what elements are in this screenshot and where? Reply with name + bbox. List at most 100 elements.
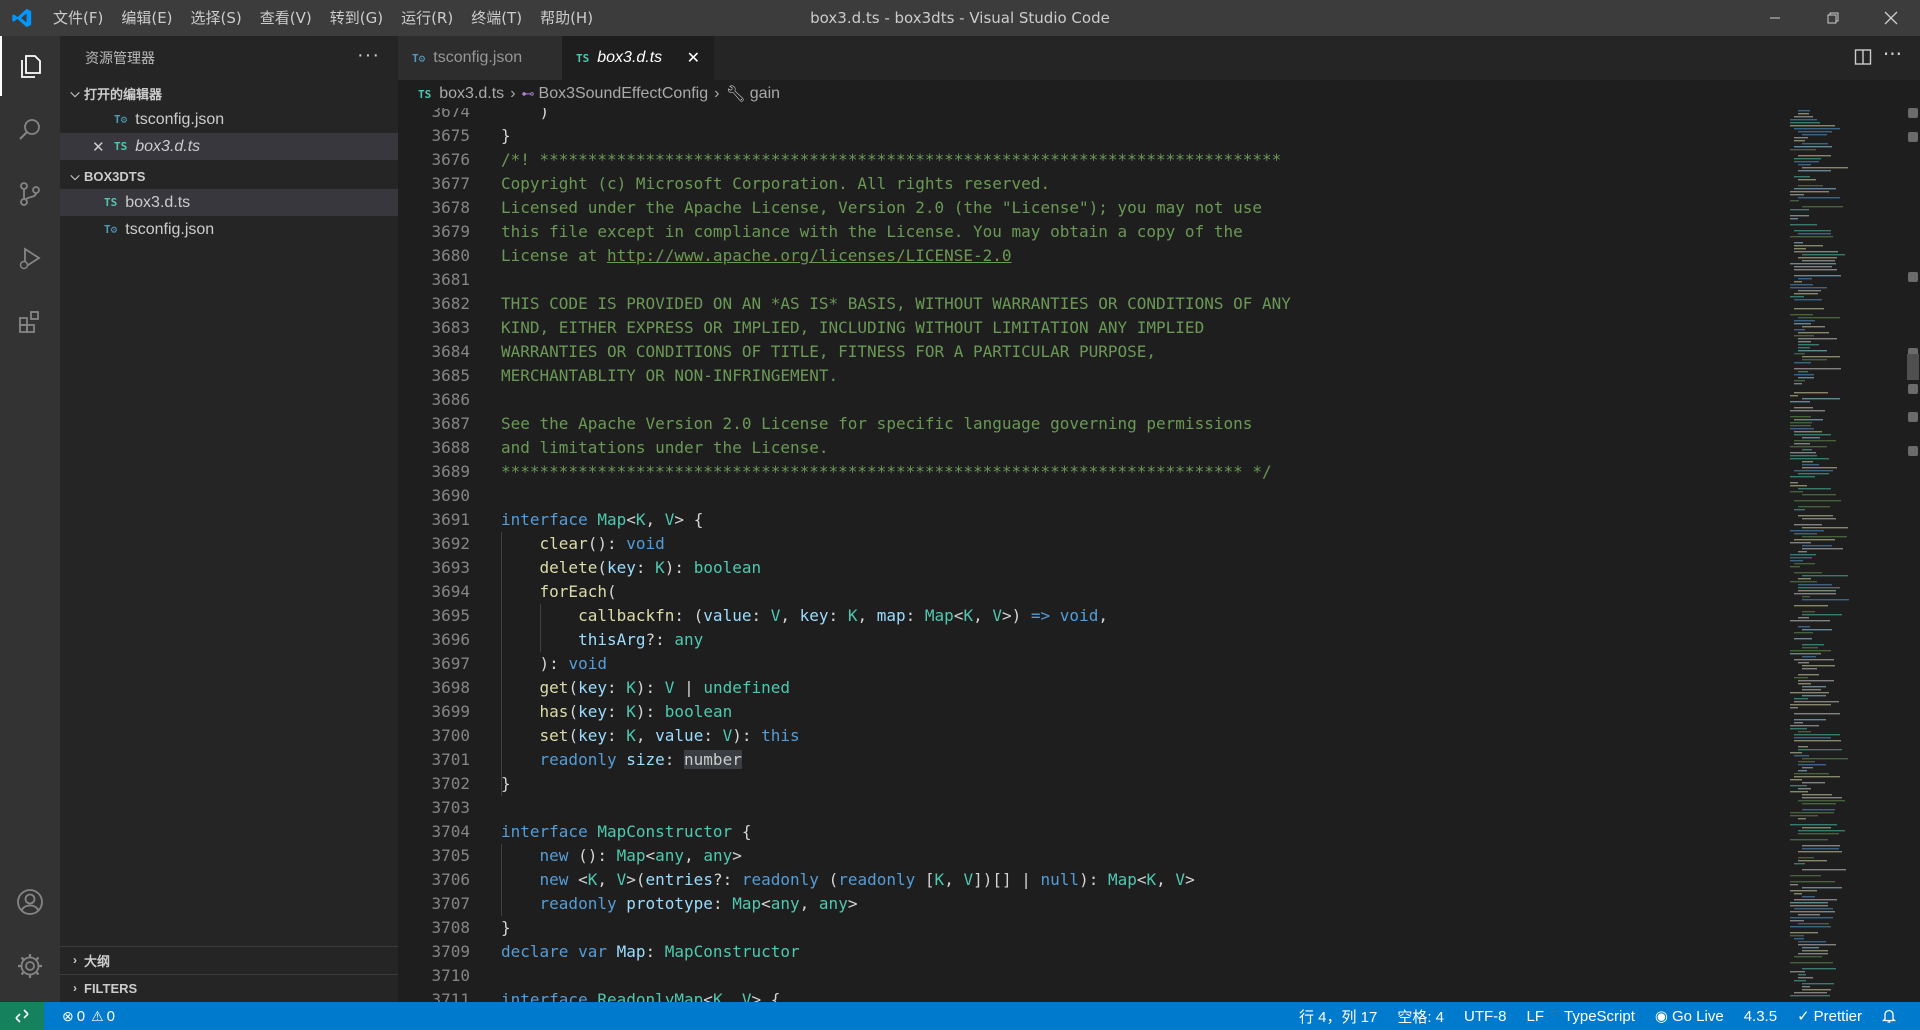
menu-help[interactable]: 帮助(H) bbox=[531, 0, 602, 36]
code-line[interactable]: 3689 ************************************… bbox=[398, 460, 1788, 484]
file-item[interactable]: TS box3.d.ts bbox=[60, 189, 398, 216]
prettier-button[interactable]: ✓ Prettier bbox=[1787, 1007, 1872, 1026]
code-line[interactable]: 3699 has(key: K): boolean bbox=[398, 700, 1788, 724]
encoding[interactable]: UTF-8 bbox=[1454, 1008, 1517, 1025]
accounts-button[interactable] bbox=[0, 872, 60, 932]
code-line[interactable]: 3678 Licensed under the Apache License, V… bbox=[398, 196, 1788, 220]
restore-button[interactable] bbox=[1804, 0, 1862, 36]
code-editor[interactable]: 3674 ) 3675} 3676/*! *********************… bbox=[398, 108, 1788, 1002]
code-line[interactable]: 3679 this file except in compliance with … bbox=[398, 220, 1788, 244]
code-line[interactable]: 3704 interface MapConstructor { bbox=[398, 820, 1788, 844]
close-icon[interactable]: ✕ bbox=[92, 138, 114, 156]
menu-run[interactable]: 运行(R) bbox=[392, 0, 462, 36]
folder-header[interactable]: ⌵ BOX3DTS bbox=[60, 163, 398, 189]
problems-button[interactable]: ⊗ 0 ⚠ 0 bbox=[52, 1008, 125, 1025]
menu-selection[interactable]: 选择(S) bbox=[182, 0, 251, 36]
filters-header[interactable]: › FILTERS bbox=[60, 975, 398, 1001]
code-line[interactable]: 3710 bbox=[398, 964, 1788, 988]
manage-button[interactable] bbox=[0, 936, 60, 996]
code-line[interactable]: 3685 MERCHANTABLITY OR NON-INFRINGEMENT. bbox=[398, 364, 1788, 388]
extensions-button[interactable] bbox=[0, 292, 60, 352]
code-line[interactable]: 3695 callbackfn: (value: V, key: K, map:… bbox=[398, 604, 1788, 628]
menu-go[interactable]: 转到(G) bbox=[321, 0, 392, 36]
source-control-button[interactable] bbox=[0, 164, 60, 224]
scroll-thumb[interactable] bbox=[1907, 354, 1919, 380]
code-line[interactable]: 3686 bbox=[398, 388, 1788, 412]
menu-file[interactable]: 文件(F) bbox=[44, 0, 112, 36]
code-line[interactable]: 3707 readonly prototype: Map<any, any> bbox=[398, 892, 1788, 916]
line-code: callbackfn: (value: V, key: K, map: Map<… bbox=[501, 604, 1108, 628]
menu-view[interactable]: 查看(V) bbox=[251, 0, 321, 36]
remote-button[interactable] bbox=[0, 1002, 44, 1030]
code-token: void bbox=[626, 534, 665, 553]
code-line[interactable]: 3692 clear(): void bbox=[398, 532, 1788, 556]
close-tab-icon[interactable]: ✕ bbox=[687, 48, 700, 68]
menu-edit[interactable]: 编辑(E) bbox=[112, 0, 181, 36]
indentation[interactable]: 空格: 4 bbox=[1387, 1006, 1454, 1027]
code-line[interactable]: 3674 ) bbox=[398, 108, 1788, 124]
more-actions-icon[interactable]: ··· bbox=[1883, 42, 1902, 66]
code-line[interactable]: 3683 KIND, EITHER EXPRESS OR IMPLIED, INC… bbox=[398, 316, 1788, 340]
menu-terminal[interactable]: 终端(T) bbox=[462, 0, 531, 36]
code-line[interactable]: 3693 delete(key: K): boolean bbox=[398, 556, 1788, 580]
broadcast-icon: ◉ bbox=[1654, 1008, 1668, 1025]
go-live-button[interactable]: ◉ Go Live bbox=[1645, 1007, 1734, 1026]
explorer-button[interactable] bbox=[0, 36, 60, 96]
code-line[interactable]: 3696 thisArg?: any bbox=[398, 628, 1788, 652]
code-line[interactable]: 3701 readonly size: number bbox=[398, 748, 1788, 772]
run-debug-button[interactable] bbox=[0, 228, 60, 288]
file-item[interactable]: T⚙ tsconfig.json bbox=[60, 216, 398, 243]
code-line[interactable]: 3709 declare var Map: MapConstructor bbox=[398, 940, 1788, 964]
account-icon bbox=[17, 889, 43, 915]
minimap-line bbox=[1790, 911, 1835, 913]
more-actions-icon[interactable]: ··· bbox=[357, 44, 380, 67]
code-line[interactable]: 3702} bbox=[398, 772, 1788, 796]
minimize-button[interactable] bbox=[1746, 0, 1804, 36]
code-line[interactable]: 3687 See the Apache Version 2.0 License f… bbox=[398, 412, 1788, 436]
code-line[interactable]: 3688 and limitations under the License. bbox=[398, 436, 1788, 460]
interface-icon: ⊷ bbox=[521, 86, 535, 101]
scroll-marker bbox=[1908, 384, 1918, 394]
open-editor-item-active[interactable]: ✕ TS box3.d.ts bbox=[60, 133, 398, 160]
code-line[interactable]: 3705 new (): Map<any, any> bbox=[398, 844, 1788, 868]
code-line[interactable]: 3680 License at http://www.apache.org/lic… bbox=[398, 244, 1788, 268]
code-line[interactable]: 3676 /*! ********************************… bbox=[398, 148, 1788, 172]
code-line[interactable]: 3691 interface Map<K, V> { bbox=[398, 508, 1788, 532]
code-line[interactable]: 3681 bbox=[398, 268, 1788, 292]
tab-tsconfig[interactable]: T⚙ tsconfig.json bbox=[398, 36, 562, 80]
code-line[interactable]: 3697 ): void bbox=[398, 652, 1788, 676]
open-editors-header[interactable]: ⌵ 打开的编辑器 bbox=[60, 80, 398, 106]
code-line[interactable]: 3684 WARRANTIES OR CONDITIONS OF TITLE, F… bbox=[398, 340, 1788, 364]
split-editor-button[interactable] bbox=[1854, 48, 1872, 70]
code-line[interactable]: 3675} bbox=[398, 124, 1788, 148]
code-line[interactable]: 3690 bbox=[398, 484, 1788, 508]
open-editor-item[interactable]: T⚙ tsconfig.json bbox=[60, 106, 398, 133]
breadcrumb-symbol[interactable]: Box3SoundEffectConfig bbox=[539, 85, 709, 103]
tsconfig-icon: T⚙ bbox=[412, 51, 426, 65]
breadcrumb-property[interactable]: gain bbox=[750, 85, 780, 103]
cursor-position[interactable]: 行 4，列 17 bbox=[1289, 1006, 1387, 1027]
language-mode[interactable]: TypeScript bbox=[1554, 1008, 1645, 1025]
search-button[interactable] bbox=[0, 100, 60, 160]
close-window-button[interactable] bbox=[1862, 0, 1920, 36]
code-line[interactable]: 3703 bbox=[398, 796, 1788, 820]
breadcrumb-file[interactable]: box3.d.ts bbox=[439, 85, 504, 103]
outline-header[interactable]: › 大纲 bbox=[60, 947, 398, 973]
code-line[interactable]: 3694 forEach( bbox=[398, 580, 1788, 604]
minimap-line bbox=[1794, 353, 1805, 355]
code-line[interactable]: 3708} bbox=[398, 916, 1788, 940]
code-line[interactable]: 3711 interface ReadonlyMap<K, V> { bbox=[398, 988, 1788, 1002]
code-line[interactable]: 3677 Copyright (c) Microsoft Corporation.… bbox=[398, 172, 1788, 196]
minimap-line bbox=[1790, 410, 1825, 412]
code-line[interactable]: 3700 set(key: K, value: V): this bbox=[398, 724, 1788, 748]
ts-version[interactable]: 4.3.5 bbox=[1734, 1008, 1787, 1025]
minimap[interactable] bbox=[1788, 108, 1906, 1002]
tab-box3[interactable]: TS box3.d.ts ✕ bbox=[562, 36, 714, 80]
end-of-line[interactable]: LF bbox=[1517, 1008, 1555, 1025]
vertical-scrollbar[interactable] bbox=[1906, 108, 1920, 1002]
notifications-button[interactable] bbox=[1872, 1008, 1906, 1024]
minimap-line bbox=[1798, 800, 1845, 802]
code-line[interactable]: 3682 THIS CODE IS PROVIDED ON AN *AS IS* … bbox=[398, 292, 1788, 316]
code-line[interactable]: 3706 new <K, V>(entries?: readonly (read… bbox=[398, 868, 1788, 892]
code-line[interactable]: 3698 get(key: K): V | undefined bbox=[398, 676, 1788, 700]
